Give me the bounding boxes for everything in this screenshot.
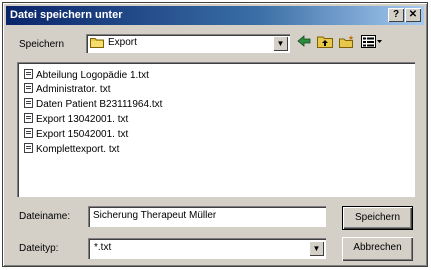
file-list[interactable]: Abteilung Logopädie 1.txt Administrator.… bbox=[17, 62, 415, 197]
list-item[interactable]: Export 15042001. txt bbox=[24, 128, 128, 142]
filetype-label: Dateityp: bbox=[19, 243, 59, 254]
text-file-icon bbox=[24, 143, 33, 153]
save-in-label: Speichern bbox=[19, 39, 65, 50]
close-button[interactable]: ✕ bbox=[405, 8, 421, 22]
chevron-down-icon[interactable]: ▼ bbox=[309, 241, 324, 256]
list-item[interactable]: Komplettexport. txt bbox=[24, 143, 119, 157]
file-name: Daten Patient B23111964.txt bbox=[36, 99, 163, 110]
list-item[interactable]: Abteilung Logopädie 1.txt bbox=[24, 69, 149, 83]
filename-input[interactable]: Sicherung Therapeut Müller bbox=[88, 206, 326, 227]
text-file-icon bbox=[24, 128, 33, 138]
dialog-title: Datei speichern unter bbox=[10, 9, 123, 21]
file-name: Export 15042001. txt bbox=[36, 129, 129, 140]
filename-label: Dateiname: bbox=[19, 211, 71, 222]
text-file-icon bbox=[24, 83, 33, 93]
filetype-select[interactable]: *.txt ▼ bbox=[88, 238, 326, 259]
title-bar: Datei speichern unter ? ✕ bbox=[6, 6, 424, 25]
help-button[interactable]: ? bbox=[388, 8, 404, 22]
cancel-button[interactable]: Abbrechen bbox=[342, 237, 413, 261]
file-name: Abteilung Logopädie 1.txt bbox=[36, 70, 149, 81]
save-as-dialog: Datei speichern unter ? ✕ Speichern Expo… bbox=[2, 2, 428, 267]
file-name: Administrator. txt bbox=[36, 84, 111, 95]
save-button[interactable]: Speichern bbox=[342, 206, 413, 230]
new-folder-icon[interactable] bbox=[338, 35, 356, 51]
text-file-icon bbox=[24, 69, 33, 79]
view-menu-icon[interactable] bbox=[360, 35, 384, 51]
folder-up-icon[interactable] bbox=[316, 35, 334, 51]
save-in-combobox[interactable]: Export ▼ bbox=[86, 34, 290, 53]
file-name: Export 13042001. txt bbox=[36, 114, 129, 125]
list-item[interactable]: Daten Patient B23111964.txt bbox=[24, 98, 162, 112]
list-item[interactable]: Administrator. txt bbox=[24, 83, 110, 97]
chevron-down-icon[interactable]: ▼ bbox=[273, 36, 288, 51]
file-name: Komplettexport. txt bbox=[36, 144, 120, 155]
filetype-value: *.txt bbox=[94, 242, 112, 253]
back-arrow-icon[interactable] bbox=[295, 35, 313, 51]
list-item[interactable]: Export 13042001. txt bbox=[24, 113, 128, 127]
save-in-value: Export bbox=[108, 37, 137, 48]
filename-value: Sicherung Therapeut Müller bbox=[93, 210, 217, 221]
text-file-icon bbox=[24, 98, 33, 108]
folder-icon bbox=[90, 38, 104, 48]
text-file-icon bbox=[24, 113, 33, 123]
